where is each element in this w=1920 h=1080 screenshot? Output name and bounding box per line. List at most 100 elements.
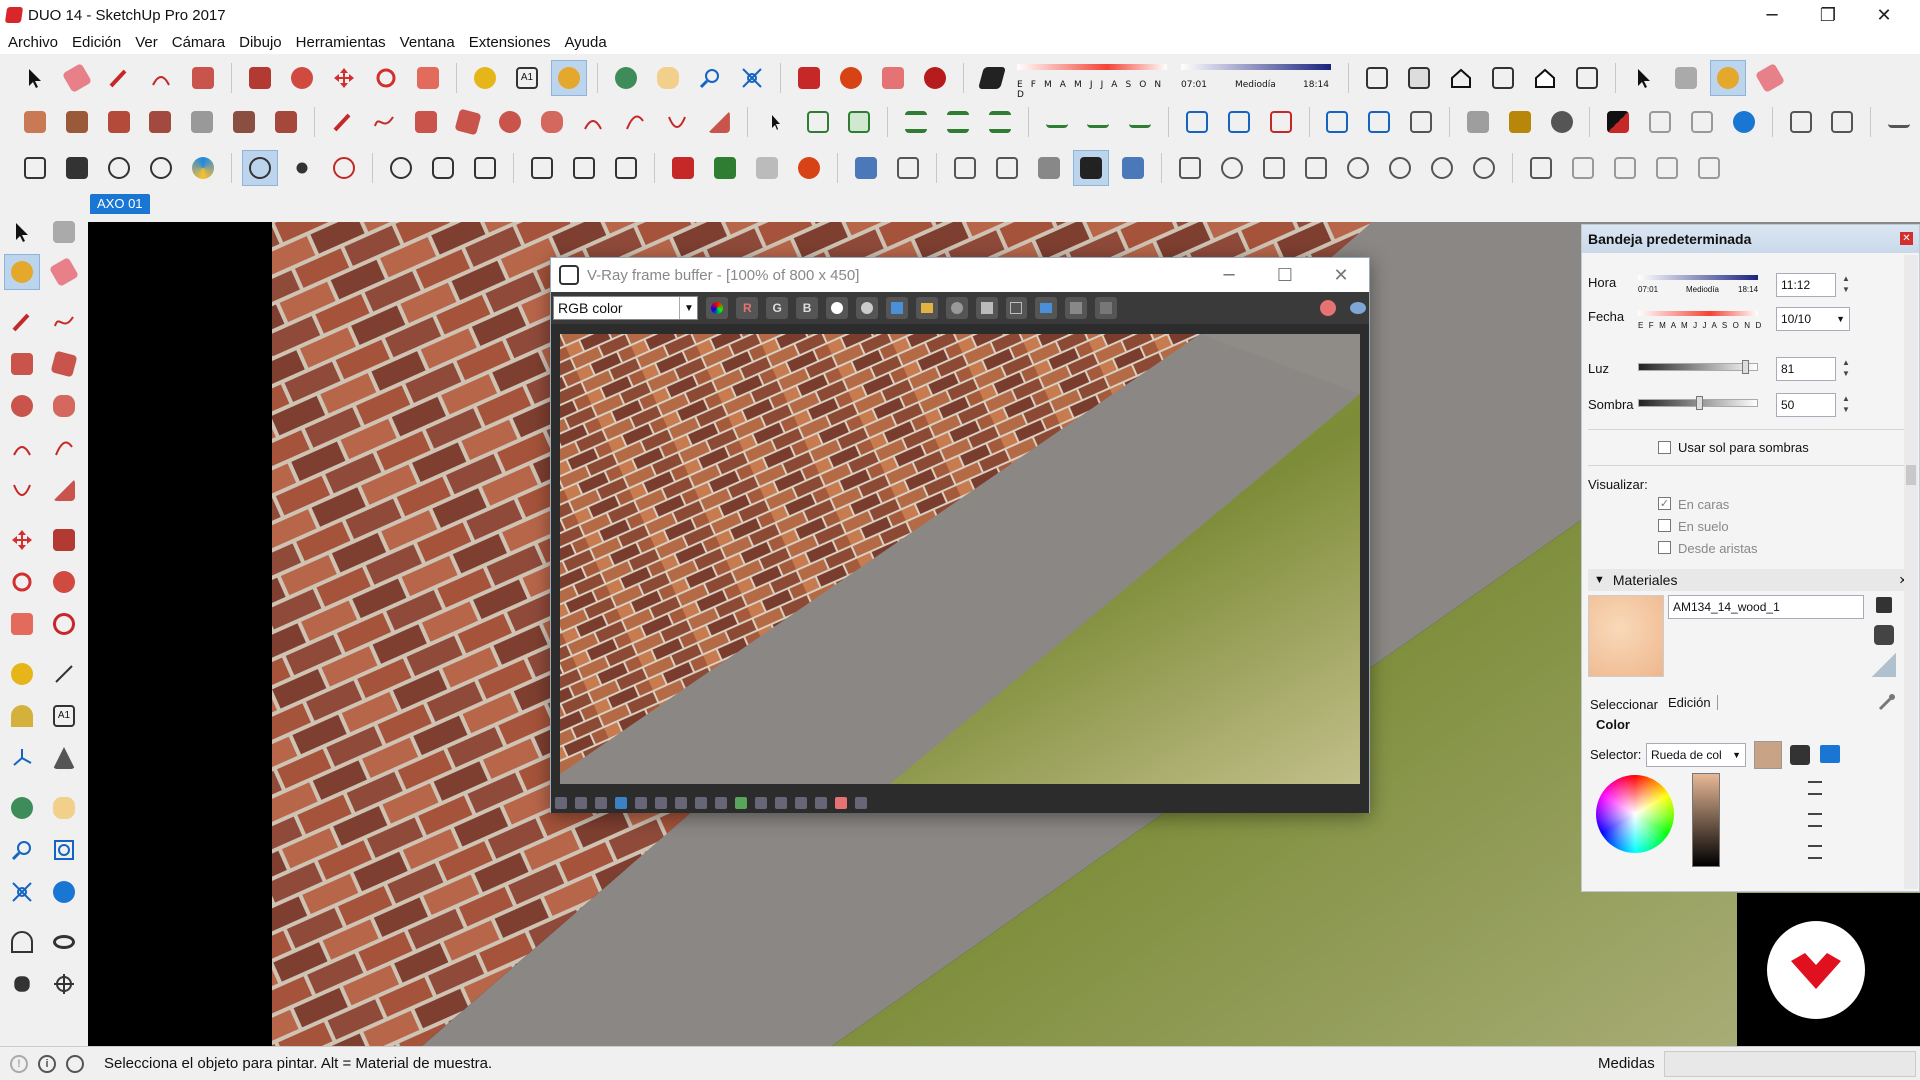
status-icon[interactable] (835, 797, 847, 809)
rotated-rect-left[interactable] (46, 346, 82, 382)
protractor-left[interactable] (4, 698, 40, 734)
zoom-extents-button[interactable] (734, 60, 770, 96)
follow-mouse-button[interactable] (975, 297, 998, 319)
zoom-left[interactable] (4, 832, 40, 868)
view-c-button[interactable] (1263, 104, 1299, 140)
terrain-a-button[interactable] (1460, 104, 1496, 140)
tray-scrollbar-thumb[interactable] (1906, 465, 1916, 485)
face-style-f-button[interactable] (1073, 150, 1109, 186)
sombra-input[interactable]: 50 (1776, 393, 1836, 417)
extension-warehouse-button[interactable] (917, 60, 953, 96)
tape-left[interactable] (4, 656, 40, 692)
fecha-slider[interactable] (1638, 311, 1758, 316)
menu-herramientas[interactable]: Herramientas (296, 34, 386, 51)
three-point-arc-button[interactable] (659, 104, 695, 140)
freehand-button[interactable] (367, 104, 403, 140)
axes-left[interactable] (4, 740, 40, 776)
luz-input[interactable]: 81 (1776, 357, 1836, 381)
vray-asset-editor-button[interactable] (425, 150, 461, 186)
selector-dropdown[interactable]: Rueda de col ▼ (1646, 743, 1746, 767)
rectangle-left[interactable] (4, 346, 40, 382)
dim-c-button[interactable] (1122, 104, 1158, 140)
create-material-icon[interactable] (1876, 597, 1892, 613)
select-tool-2-button[interactable] (1626, 60, 1662, 96)
open-image-button[interactable] (915, 297, 938, 319)
material-swatch[interactable] (1588, 595, 1664, 677)
geolocation-icon[interactable]: ! (10, 1054, 28, 1073)
vray-frame-buffer-window[interactable]: V-Ray frame buffer - [100% of 800 x 450]… (550, 257, 1370, 813)
vfb-button[interactable] (524, 150, 560, 186)
fecha-select[interactable]: 10/10 ▼ (1776, 307, 1850, 331)
orbit-left[interactable] (4, 790, 40, 826)
move-tool-button[interactable] (326, 60, 362, 96)
sandbox-contours-button[interactable] (17, 104, 53, 140)
axes-button[interactable] (242, 150, 278, 186)
status-icon[interactable] (755, 797, 767, 809)
tray-scrollbar[interactable] (1904, 255, 1918, 889)
push-pull-button[interactable] (242, 60, 278, 96)
follow-me-button[interactable] (284, 60, 320, 96)
shadow-time-slider[interactable]: 07:01 Mediodía 18:14 (1181, 60, 1341, 96)
trimble-button[interactable] (185, 150, 221, 186)
hora-stepper[interactable]: ▲ ▼ (1839, 273, 1853, 297)
light-a-button[interactable] (1172, 150, 1208, 186)
restore-button[interactable]: ❐ (1800, 0, 1856, 30)
dim-b-button[interactable] (1081, 104, 1117, 140)
sombra-stepper[interactable]: ▲ ▼ (1839, 393, 1853, 417)
menu-ventana[interactable]: Ventana (400, 34, 455, 51)
alpha-button[interactable] (855, 297, 878, 319)
vfb-title-bar[interactable]: V-Ray frame buffer - [100% of 800 x 450]… (551, 258, 1369, 292)
status-icon[interactable] (775, 797, 787, 809)
style-c-button[interactable] (1684, 104, 1720, 140)
desde-aristas-checkbox[interactable] (1658, 541, 1671, 554)
paint-cube-icon[interactable] (1874, 625, 1894, 645)
rectangle-tool-button[interactable] (185, 60, 221, 96)
orbit-button[interactable] (608, 60, 644, 96)
face-style-d-button[interactable] (989, 150, 1025, 186)
light-b-button[interactable] (1214, 150, 1250, 186)
rendered-image[interactable] (560, 334, 1360, 784)
follow-me-left[interactable] (46, 564, 82, 600)
cloud-upload-button[interactable] (101, 150, 137, 186)
circle-button[interactable] (492, 104, 528, 140)
sample-button[interactable] (284, 150, 320, 186)
user-icon[interactable] (66, 1054, 84, 1073)
warehouse-button[interactable] (791, 60, 827, 96)
terrain-b-button[interactable] (1502, 104, 1538, 140)
status-icon[interactable] (815, 797, 827, 809)
add-detail-button[interactable] (226, 104, 262, 140)
scene-tab-axo-01[interactable]: AXO 01 (90, 194, 150, 214)
top-view-button[interactable] (1401, 60, 1437, 96)
save-image-button[interactable] (885, 297, 908, 319)
layers-a-button[interactable] (898, 104, 934, 140)
line-2-button[interactable] (325, 104, 361, 140)
scale-tool-button[interactable] (410, 60, 446, 96)
section-left[interactable] (46, 966, 82, 1002)
polygon-left[interactable] (46, 388, 82, 424)
menu-dibujo[interactable]: Dibujo (239, 34, 282, 51)
geo-b-button[interactable] (1565, 150, 1601, 186)
region-render-button[interactable] (1005, 297, 1028, 319)
face-style-e-button[interactable] (1031, 150, 1067, 186)
status-icon[interactable] (555, 797, 567, 809)
arc-left[interactable] (4, 430, 40, 466)
view-b-button[interactable] (1221, 104, 1257, 140)
minus-button[interactable] (1881, 104, 1917, 140)
face-style-g-button[interactable] (1115, 150, 1151, 186)
lock-camera-button[interactable] (608, 150, 644, 186)
status-icon[interactable] (595, 797, 607, 809)
rectangle-2-button[interactable] (408, 104, 444, 140)
two-point-arc-button[interactable] (617, 104, 653, 140)
dim-a-button[interactable] (1039, 104, 1075, 140)
tab-edicion[interactable]: Edición (1668, 695, 1718, 710)
push-pull-left[interactable] (46, 522, 82, 558)
pie-button[interactable] (701, 104, 737, 140)
status-icon[interactable] (575, 797, 587, 809)
circle-left[interactable] (4, 388, 40, 424)
status-icon[interactable] (635, 797, 647, 809)
render-teapot-button[interactable] (1347, 297, 1369, 319)
rotated-rectangle-button[interactable] (450, 104, 486, 140)
flip-edge-button[interactable] (268, 104, 304, 140)
color-wheel[interactable] (1596, 775, 1674, 853)
plugin-button[interactable] (143, 150, 179, 186)
